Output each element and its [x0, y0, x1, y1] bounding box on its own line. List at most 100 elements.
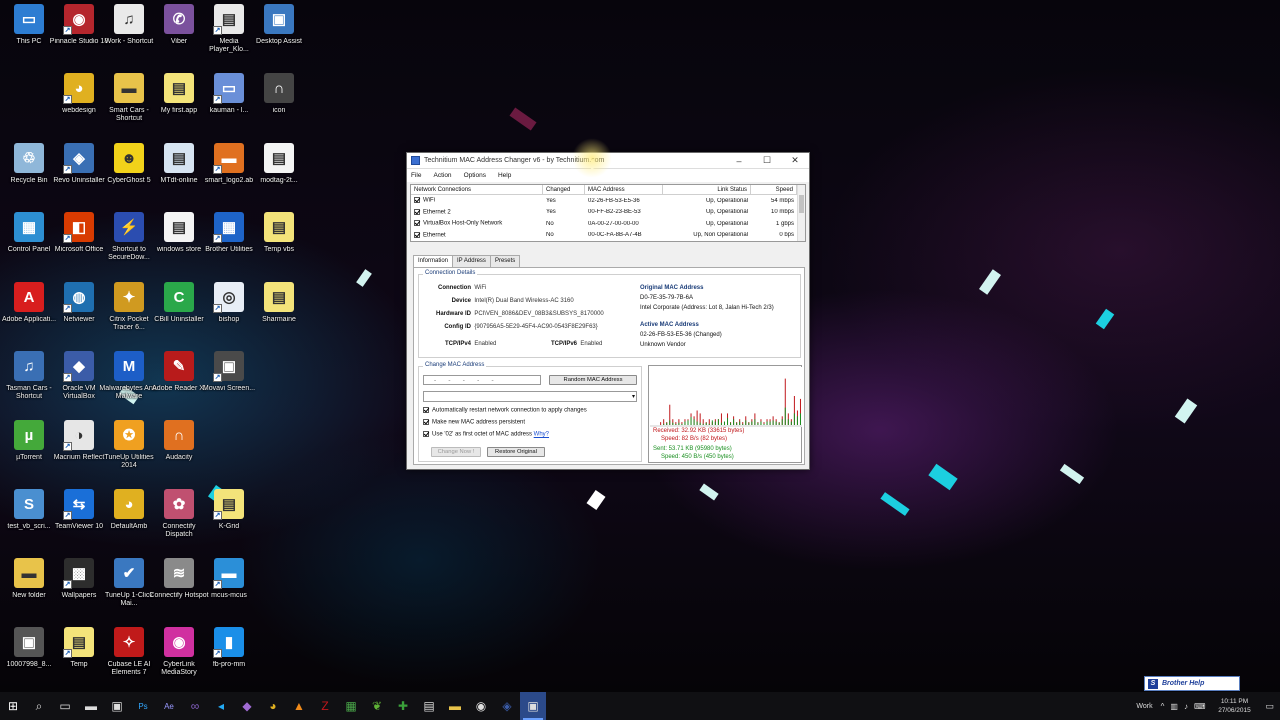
visual-studio-icon[interactable]: ∞: [182, 692, 208, 720]
vlc-icon[interactable]: ▲: [286, 692, 312, 720]
tab-presets[interactable]: Presets: [489, 255, 521, 267]
desktop-icon[interactable]: ♫ Tasman Cars - Shortcut: [2, 351, 56, 417]
menu-action[interactable]: Action: [433, 172, 451, 179]
desktop-icon[interactable]: ▣ ↗ Movavi Screen...: [202, 351, 256, 417]
desktop-icon[interactable]: ✪ TuneUp Utilities 2014: [102, 420, 156, 486]
desktop-icon[interactable]: ≋ Connectify Hotspot: [149, 558, 209, 624]
desktop-icon[interactable]: ◎ ↗ bishop: [202, 282, 256, 348]
desktop-icon[interactable]: ▬ ↗ smart_logo2.ab: [202, 143, 256, 209]
desktop-icon[interactable]: ▭ This PC: [2, 4, 56, 70]
greenshot-icon[interactable]: ✚: [390, 692, 416, 720]
start-icon[interactable]: ⊞: [0, 692, 26, 720]
connection-checkbox[interactable]: [414, 231, 420, 238]
why-link[interactable]: Why?: [534, 432, 549, 438]
camtasia-icon[interactable]: ▦: [338, 692, 364, 720]
desktop-icon[interactable]: ▤ modtag-2t...: [252, 143, 306, 209]
tray-work-label[interactable]: Work: [1136, 703, 1152, 710]
vs-blend-icon[interactable]: ◆: [234, 692, 260, 720]
desktop-icon[interactable]: ▬ New folder: [2, 558, 56, 624]
desktop-icon[interactable]: ♫ Work - Shortcut: [102, 4, 156, 70]
desktop-icon[interactable]: ∩ Audacity: [152, 420, 206, 486]
random-mac-button[interactable]: Random MAC Address: [549, 375, 637, 385]
connection-row-3[interactable]: Ethernet No 00-0C-FA-8B-A7-4B Up, Non Opera…: [411, 230, 805, 242]
desktop-icon[interactable]: C CBill Uninstaller: [152, 282, 206, 348]
after-effects-icon[interactable]: Ae: [156, 692, 182, 720]
desktop-icon[interactable]: ∩ icon: [252, 73, 306, 139]
desktop-icon[interactable]: ⚡ Shortcut to SecureDow...: [102, 212, 156, 278]
desktop-icon[interactable]: ▤ ↗ K-Grid: [202, 489, 256, 555]
mac-changer-icon[interactable]: ▣: [520, 692, 546, 720]
desktop-icon[interactable]: ✎ Adobe Reader XI: [152, 351, 206, 417]
desktop-icon[interactable]: Stest_vb_scri...: [2, 489, 56, 555]
desktop-icon[interactable]: A Adobe Applicati...: [2, 282, 56, 348]
option-02-checkbox[interactable]: [423, 431, 429, 437]
desktop-icon[interactable]: ▭ ↗ kauman - l...: [202, 73, 256, 139]
desktop-icon[interactable]: ◕ ↗ webdesign: [52, 73, 106, 139]
menu-options[interactable]: Options: [464, 172, 486, 179]
desktop-icon[interactable]: ◆ ↗ Oracle VM VirtualBox: [52, 351, 106, 417]
desktop-icon[interactable]: ◧ ↗ Microsoft Office: [52, 212, 106, 278]
clock[interactable]: 10:11 PM 27/06/2015: [1209, 697, 1259, 715]
vscode-icon[interactable]: ◂: [208, 692, 234, 720]
connection-checkbox[interactable]: [414, 197, 420, 204]
connection-row-2[interactable]: VirtualBox Host-Only Network No 0A-00-27-0…: [411, 218, 805, 230]
terminal-icon[interactable]: ▤: [416, 692, 442, 720]
option-persistent-row[interactable]: Make new MAC address persistent: [423, 419, 525, 426]
network-icon[interactable]: ▥: [1170, 702, 1178, 711]
desktop-icon[interactable]: ▦ ↗ Brother Utilities: [202, 212, 256, 278]
maximize-icon[interactable]: ☐: [753, 153, 781, 168]
list-scrollbar[interactable]: [797, 185, 805, 241]
desktop-icon[interactable]: ⇆ ↗ TeamViewer 10: [52, 489, 106, 555]
desktop-icon[interactable]: ▤ My first.app: [152, 73, 206, 139]
desktop-icon[interactable]: ▤ windows store: [152, 212, 206, 278]
keyboard-icon[interactable]: ⌨: [1194, 702, 1206, 711]
tray-chevron-icon[interactable]: ^: [1161, 702, 1165, 711]
desktop-icon[interactable]: ◈ ↗ Revo Uninstaller: [52, 143, 106, 209]
task-view-icon[interactable]: ▭: [52, 692, 78, 720]
desktop-icon[interactable]: M Malwarebytes Anti-Malware: [99, 351, 159, 417]
desktop-icon[interactable]: ▤ ↗ Media Player_Klo...: [202, 4, 256, 70]
filezilla-icon[interactable]: Z: [312, 692, 338, 720]
desktop-icon[interactable]: ▤ MTdt-online: [152, 143, 206, 209]
mac-address-input[interactable]: [423, 375, 541, 385]
photoshop-icon[interactable]: Ps: [130, 692, 156, 720]
desktop-icon[interactable]: ▣ Desktop Assist: [252, 4, 306, 70]
desktop-icon[interactable]: ▩ ↗ Wallpapers: [52, 558, 106, 624]
notification-icon[interactable]: ▭: [1265, 701, 1274, 712]
desktop-icon[interactable]: ◕ DefaultAmb: [102, 489, 156, 555]
desktop-icon[interactable]: ◉ ↗ Pinnacle Studio 18: [50, 4, 108, 70]
connection-row-0[interactable]: WiFi Yes 02-26-FB-53-E5-36 Up, Operational 5…: [411, 195, 805, 207]
desktop-icon[interactable]: µ µTorrent: [2, 420, 56, 486]
mac-changer-window[interactable]: Technitium MAC Address Changer v6 - by T…: [406, 152, 810, 470]
store-icon[interactable]: ▣: [104, 692, 130, 720]
option-02-row[interactable]: Use '02' as first octet of MAC address W…: [423, 431, 549, 438]
desktop-icon[interactable]: ♲ Recycle Bin: [2, 143, 56, 209]
option-persistent-checkbox[interactable]: [423, 419, 429, 425]
option-restart-row[interactable]: Automatically restart network connection…: [423, 407, 587, 414]
change-now-button[interactable]: Change Now !: [431, 447, 481, 457]
chrome-icon[interactable]: ◕: [260, 692, 286, 720]
connections-list[interactable]: Network Connections Changed MAC Address …: [410, 184, 806, 242]
desktop-icon[interactable]: ◍ ↗ Netviewer: [52, 282, 106, 348]
desktop-icon[interactable]: ▣ 10007998_8...: [2, 627, 56, 692]
folder-icon[interactable]: ▬: [442, 692, 468, 720]
column-header-speed[interactable]: Speed: [751, 185, 797, 194]
column-header-link-status[interactable]: Link Status: [663, 185, 751, 194]
desktop-icon[interactable]: ▦ Control Panel: [2, 212, 56, 278]
desktop-icon[interactable]: ☻ CyberGhost 5: [102, 143, 156, 209]
column-header-mac[interactable]: MAC Address: [585, 185, 663, 194]
desktop-icon[interactable]: ✦ Citrix Pocket Tracer 6...: [102, 282, 156, 348]
column-header-connections[interactable]: Network Connections: [411, 185, 543, 194]
file-explorer-icon[interactable]: ▬: [78, 692, 104, 720]
connection-checkbox[interactable]: [414, 220, 420, 227]
evernote-icon[interactable]: ❦: [364, 692, 390, 720]
desktop-icon[interactable]: ▬ ↗ mcus-mcus: [202, 558, 256, 624]
desktop-icon[interactable]: ◑ ↗ Macrium Reflect: [52, 420, 106, 486]
connection-row-1[interactable]: Ethernet 2 Yes 00-FF-B2-23-BE-53 Up, Operat…: [411, 207, 805, 219]
minimize-icon[interactable]: –: [725, 153, 753, 168]
desktop-icon[interactable]: ▬ Smart Cars - Shortcut: [102, 73, 156, 139]
menu-file[interactable]: File: [411, 172, 421, 179]
option-restart-checkbox[interactable]: [423, 407, 429, 413]
desktop-icon[interactable]: ✆ Viber: [152, 4, 206, 70]
media-icon[interactable]: ◉: [468, 692, 494, 720]
